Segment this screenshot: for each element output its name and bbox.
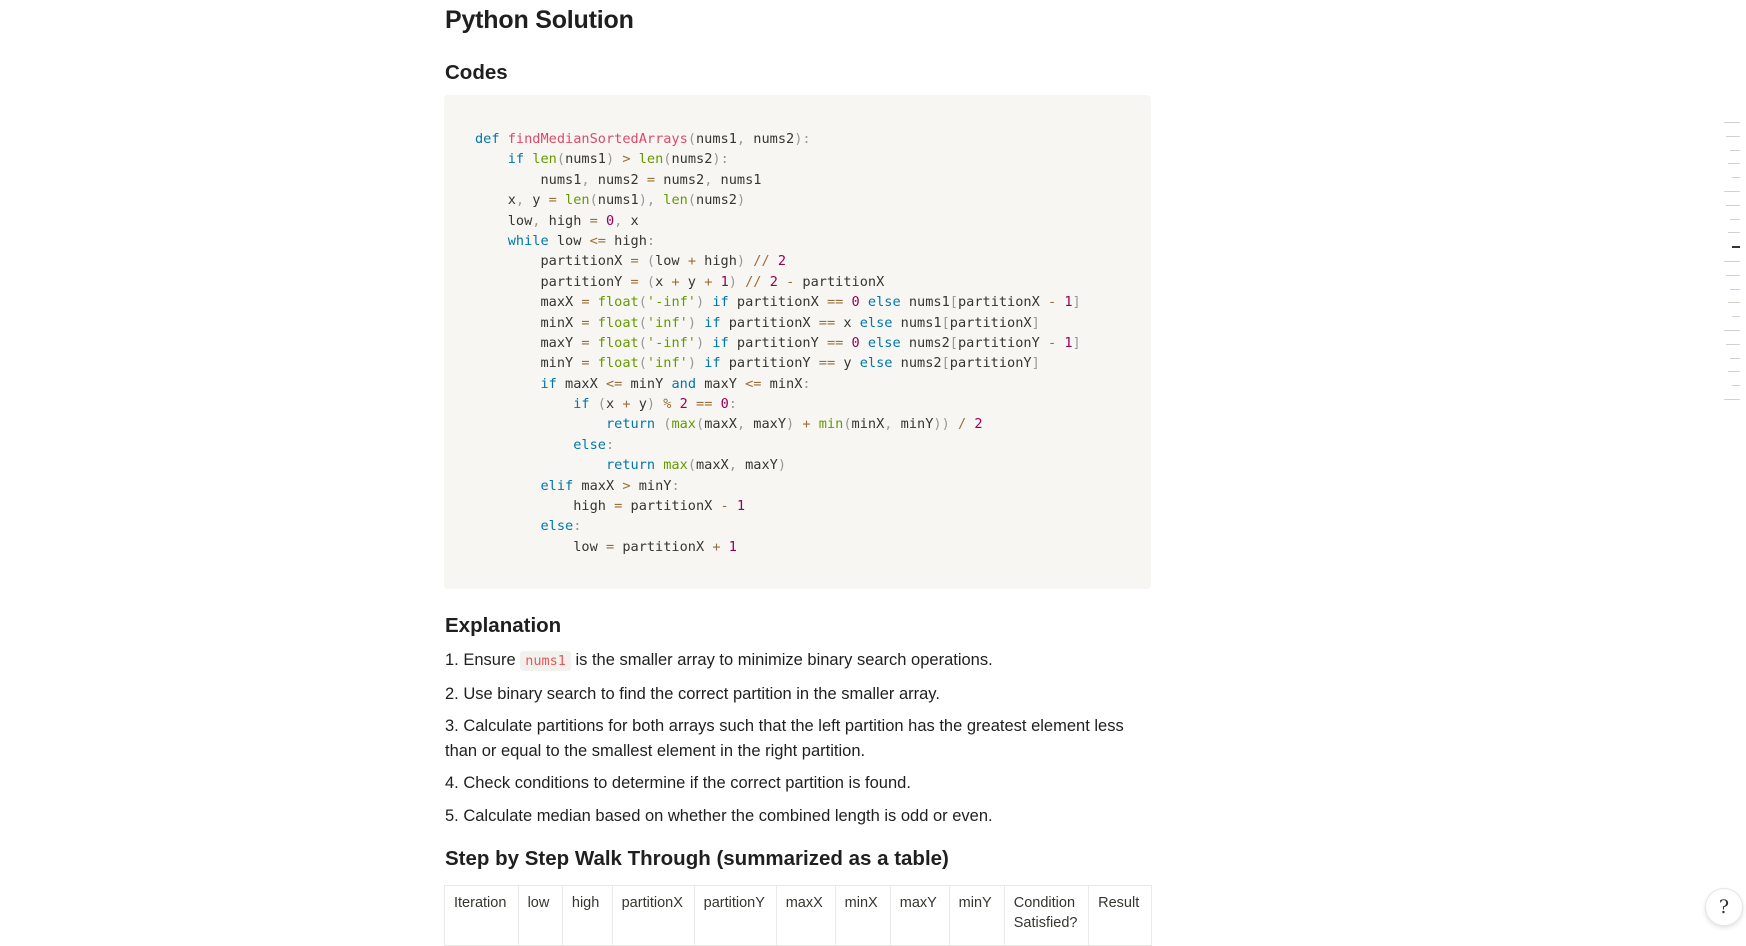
explanation-step-4: 4. Check conditions to determine if the … — [445, 774, 911, 792]
table-header-cell[interactable]: Result — [1088, 885, 1152, 946]
code-line: return (max(maxX, maxY) + min(minX, minY… — [605, 416, 983, 433]
page-title: Python Solution — [445, 6, 634, 34]
step-text: 1. Ensure — [445, 651, 521, 669]
table-header-cell[interactable]: maxX — [775, 885, 836, 946]
toc-item[interactable] — [1728, 302, 1740, 304]
code-line: maxX = float('-inf') if partitionX == 0 … — [475, 294, 1081, 311]
table-header-row: Iteration low high partitionX partitionY… — [444, 885, 1152, 946]
toc-item[interactable] — [1730, 218, 1740, 220]
code-line: low, high = 0, x — [475, 212, 639, 229]
code-line: else: — [540, 518, 582, 535]
code-line: while low <= high: — [507, 232, 656, 249]
code-line: minX = float('inf') if partitionX == x e… — [475, 314, 1040, 331]
explanation-heading: Explanation — [445, 614, 562, 637]
table-header-cell[interactable]: Iteration — [444, 885, 519, 946]
code-line: x, y = len(nums1), len(nums2) — [475, 192, 746, 209]
code-line: def findMedianSortedArrays(nums1, nums2)… — [475, 131, 811, 147]
toc-item[interactable] — [1732, 385, 1740, 387]
toc-item[interactable] — [1732, 177, 1740, 179]
toc-item[interactable] — [1728, 232, 1740, 234]
code-line: return max(maxX, maxY) — [605, 457, 787, 474]
toc-item[interactable] — [1724, 122, 1740, 123]
step-text: is the smaller array to minimize binary … — [570, 651, 993, 669]
toc-item[interactable] — [1726, 274, 1740, 276]
code-line: high = partitionX - 1 — [475, 498, 746, 515]
table-header-cell[interactable]: partitionX — [611, 885, 695, 946]
code-block[interactable]: def findMedianSortedArrays(nums1, nums2)… — [444, 95, 1151, 589]
table-header-cell[interactable]: low — [517, 885, 563, 946]
explanation-step-3: 3. Calculate partitions for both arrays … — [445, 717, 1124, 760]
toc-item[interactable] — [1728, 371, 1740, 373]
toc-item[interactable] — [1724, 190, 1740, 192]
toc-item[interactable] — [1724, 398, 1740, 400]
toc-item[interactable] — [1732, 316, 1740, 318]
codes-heading: Codes — [445, 61, 508, 84]
code-line: if (x + y) % 2 == 0: — [573, 396, 737, 413]
explanation-step-1: 1. Ensure nums1 is the smaller array to … — [445, 648, 1153, 674]
toc-item[interactable] — [1730, 357, 1740, 359]
toc-item[interactable] — [1726, 343, 1740, 345]
toc-item[interactable] — [1730, 149, 1740, 151]
table-header-cell[interactable]: Condition Satisfied? — [1003, 885, 1090, 946]
table-header-cell[interactable]: high — [561, 885, 613, 946]
inline-code: nums1 — [520, 651, 571, 671]
toc-item[interactable] — [1726, 135, 1740, 137]
explanation-step-2: 2. Use binary search to find the correct… — [445, 684, 940, 703]
toc-item[interactable] — [1726, 204, 1740, 206]
explanation-step-5: 5. Calculate median based on whether the… — [445, 806, 993, 825]
table-header-cell[interactable]: minY — [948, 885, 1005, 946]
toc-item[interactable] — [1724, 260, 1740, 262]
table-header-cell[interactable]: partitionY — [693, 885, 777, 946]
explanation-steps: 1. Ensure nums1 is the smaller array to … — [445, 648, 1153, 836]
walkthrough-table: Iteration low high partitionX partitionY… — [444, 885, 1152, 946]
toc-item[interactable] — [1724, 329, 1740, 331]
code-line: nums1, nums2 = nums2, nums1 — [475, 171, 762, 188]
code-line: minY = float('inf') if partitionY == y e… — [475, 355, 1040, 372]
help-button[interactable]: ? — [1705, 888, 1743, 926]
code-line: elif maxX > minY: — [540, 477, 680, 494]
code-line: maxY = float('-inf') if partitionY == 0 … — [475, 334, 1081, 351]
toc-item[interactable] — [1728, 163, 1740, 165]
code-line: partitionX = (low + high) // 2 — [475, 253, 787, 270]
code-lines: def findMedianSortedArrays(nums1, nums2)… — [475, 129, 1081, 557]
walkthrough-heading: Step by Step Walk Through (summarized as… — [445, 847, 949, 870]
toc-item[interactable] — [1732, 246, 1740, 249]
toc-item[interactable] — [1730, 288, 1740, 290]
code-line: if len(nums1) > len(nums2): — [507, 151, 729, 168]
table-header-cell[interactable]: maxY — [889, 885, 950, 946]
table-of-contents-minimap[interactable] — [1720, 122, 1740, 413]
table-header-cell[interactable]: minX — [834, 885, 891, 946]
code-line: partitionY = (x + y + 1) // 2 - partitio… — [475, 273, 885, 290]
help-icon: ? — [1718, 896, 1730, 918]
code-line: if maxX <= minY and maxY <= minX: — [540, 375, 811, 392]
code-line: else: — [573, 436, 615, 453]
code-line: low = partitionX + 1 — [475, 538, 737, 555]
